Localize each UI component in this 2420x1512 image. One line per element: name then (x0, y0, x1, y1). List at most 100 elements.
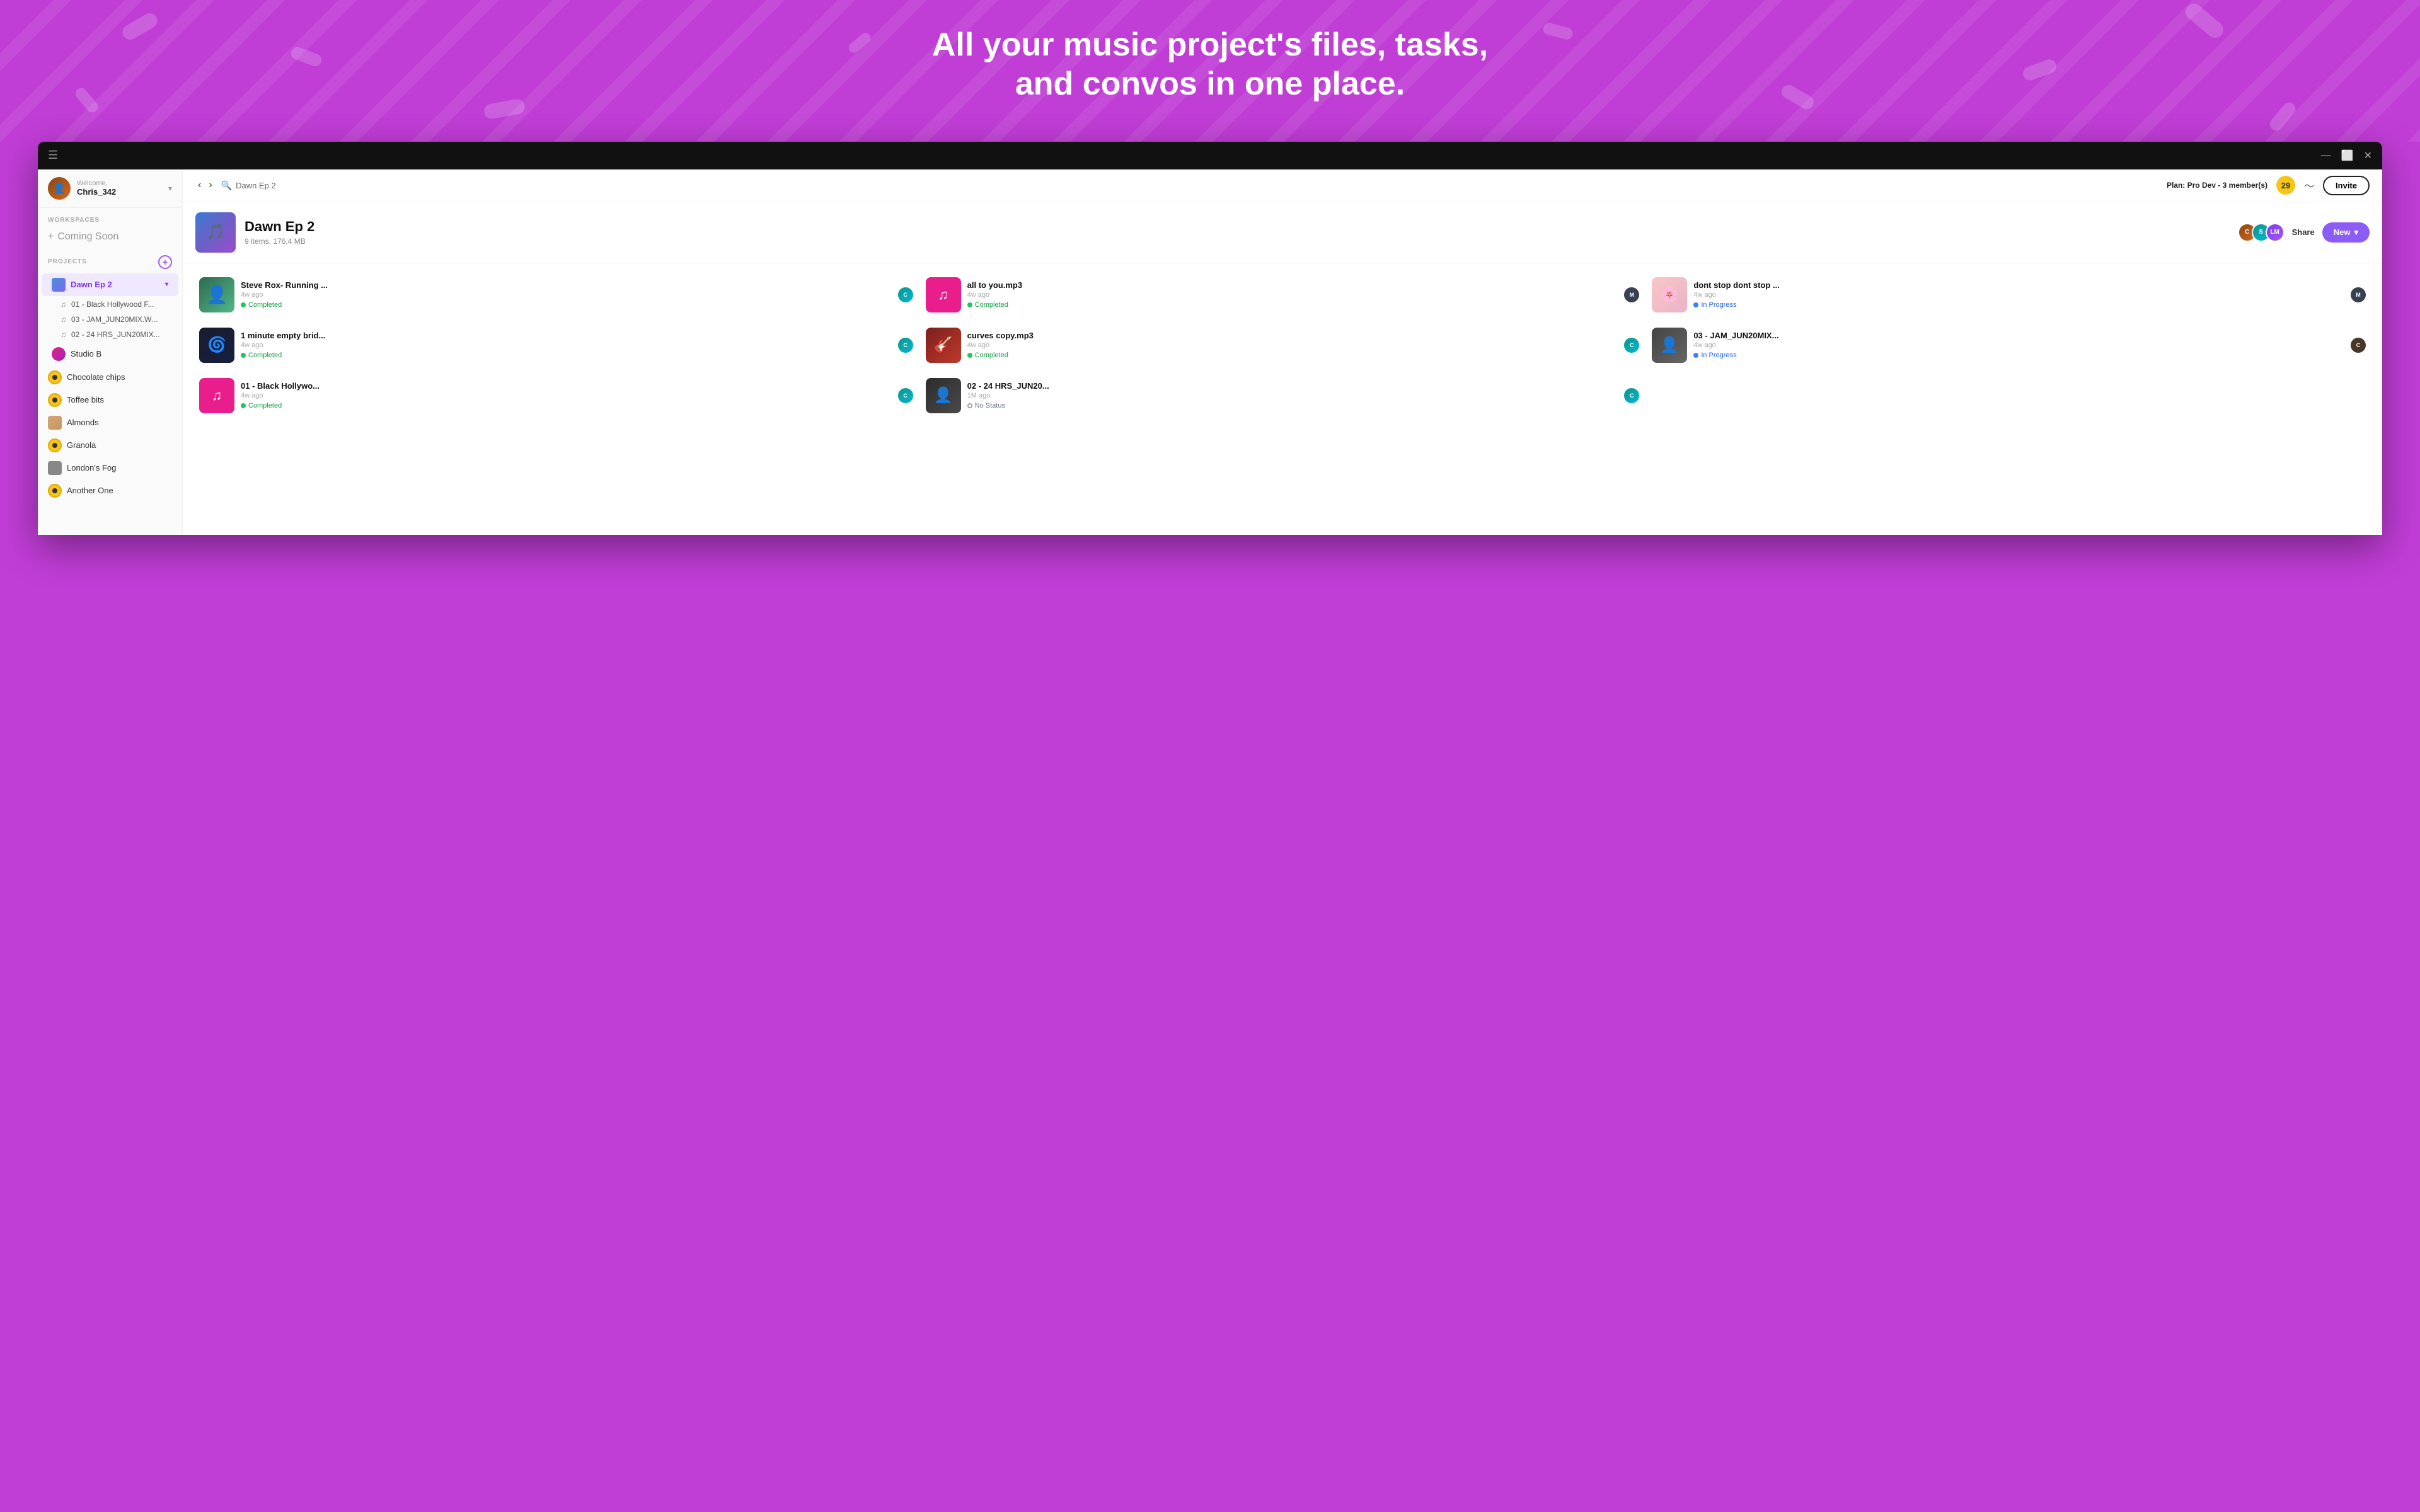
file-card-right: M (1624, 287, 1639, 302)
status-text: Completed (975, 301, 1008, 309)
file-info: all to you.mp3 4w ago Completed (967, 280, 1618, 309)
user-info: Welcome, Chris_342 (77, 180, 116, 197)
file-user-avatar: M (2351, 287, 2366, 302)
project-name: London's Fog (67, 463, 116, 472)
file-status: Completed (241, 352, 892, 359)
search-bar[interactable]: 🔍 Dawn Ep 2 (221, 180, 2160, 191)
new-button[interactable]: New ▾ (2322, 222, 2370, 243)
project-info: Dawn Ep 2 9 items, 176.4 MB (245, 219, 2229, 246)
file-card-dont-stop[interactable]: 🌸 dont stop dont stop ... 4w ago In Prog… (1645, 270, 2372, 320)
status-text: In Progress (1701, 352, 1736, 359)
project-icon (48, 393, 62, 407)
plan-text: Plan: Pro Dev - 3 member(s) (2167, 181, 2267, 190)
nav-forward-button[interactable]: › (206, 177, 214, 193)
music-icon: ♫ (938, 287, 948, 303)
status-text: No Status (975, 402, 1005, 410)
file-card-all-to-you[interactable]: ♫ all to you.mp3 4w ago Completed M (919, 270, 1646, 320)
file-card-01-black-hollywood[interactable]: ♫ 01 - Black Hollywo... 4w ago Completed… (193, 370, 919, 421)
share-button[interactable]: Share (2292, 227, 2315, 237)
hamburger-icon[interactable]: ☰ (48, 149, 58, 162)
new-label: New (2334, 227, 2351, 237)
file-card-right: M (2351, 287, 2366, 302)
project-header-right: C S LM Share New ▾ (2238, 222, 2370, 243)
project-name: Toffee bits (67, 395, 104, 404)
sidebar-subitem-03[interactable]: ♫ 03 - JAM_JUN20MIX.W... (38, 312, 182, 327)
file-time: 4w ago (241, 392, 892, 399)
file-user-avatar: M (1624, 287, 1639, 302)
file-card-1-minute[interactable]: 🌀 1 minute empty brid... 4w ago Complete… (193, 320, 919, 370)
hero-title: All your music project's files, tasks, a… (926, 25, 1494, 104)
project-thumb (48, 416, 62, 430)
activity-icon[interactable]: 〜 (2304, 178, 2314, 193)
project-meta: 9 items, 176.4 MB (245, 237, 2229, 246)
sidebar-item-almonds[interactable]: Almonds (38, 411, 182, 434)
sidebar-item-coming-soon[interactable]: + Coming Soon (38, 227, 182, 246)
sidebar-item-chocolate-chips[interactable]: Chocolate chips (38, 366, 182, 389)
content-area: 🎵 Dawn Ep 2 9 items, 176.4 MB C S (183, 202, 2382, 535)
file-status: In Progress (1693, 301, 2344, 309)
member-avatars: C S LM (2238, 223, 2285, 242)
file-info: 02 - 24 HRS_JUN20... 1M ago No Status (967, 381, 1618, 410)
sidebar-subitem-02[interactable]: ♫ 02 - 24 HRS_JUN20MIX... (38, 327, 182, 342)
sidebar-item-dawn-ep-2[interactable]: Dawn Ep 2 ▾ (42, 273, 178, 296)
file-card-curves[interactable]: 🎸 curves copy.mp3 4w ago Completed C (919, 320, 1646, 370)
sidebar-item-studio-b[interactable]: Studio B (42, 343, 178, 365)
close-icon[interactable]: ✕ (2364, 149, 2372, 162)
sidebar-item-granola[interactable]: Granola (38, 434, 182, 457)
chevron-down-icon: ▾ (168, 184, 172, 193)
file-name: 02 - 24 HRS_JUN20... (967, 381, 1618, 391)
status-dot (241, 353, 246, 358)
maximize-icon[interactable]: ⬜ (2341, 149, 2354, 162)
file-card-02-24hrs[interactable]: 👤 02 - 24 HRS_JUN20... 1M ago No Status … (919, 370, 1646, 421)
file-thumb: 👤 (199, 277, 234, 312)
file-info: 1 minute empty brid... 4w ago Completed (241, 331, 892, 359)
member-avatar-3: LM (2266, 223, 2285, 242)
file-status: No Status (967, 402, 1618, 410)
file-time: 4w ago (967, 341, 1618, 349)
file-thumb: ♫ (926, 277, 961, 312)
dropdown-icon: ▾ (2354, 227, 2358, 238)
project-name: Chocolate chips (67, 372, 125, 382)
status-text: Completed (975, 352, 1008, 359)
file-card-right: C (898, 338, 913, 353)
add-project-button[interactable]: + (158, 255, 172, 269)
file-info: curves copy.mp3 4w ago Completed (967, 331, 1618, 359)
hero-section: All your music project's files, tasks, a… (0, 0, 2420, 142)
file-user-avatar: C (898, 388, 913, 403)
project-name: Another One (67, 486, 113, 495)
file-name: all to you.mp3 (967, 280, 1618, 290)
status-text: Completed (248, 301, 282, 309)
title-bar-left: ☰ (48, 149, 58, 162)
avatar: 👤 (48, 177, 71, 200)
sidebar-item-londons-fog[interactable]: London's Fog (38, 457, 182, 479)
project-name: Studio B (71, 349, 101, 358)
file-thumb: 🌸 (1652, 277, 1687, 312)
file-card-steve-rox[interactable]: 👤 Steve Rox- Running ... 4w ago Complete… (193, 270, 919, 320)
sidebar-item-toffee-bits[interactable]: Toffee bits (38, 389, 182, 411)
file-card-right: C (1624, 338, 1639, 353)
minimize-icon[interactable]: — (2321, 150, 2331, 161)
project-header: 🎵 Dawn Ep 2 9 items, 176.4 MB C S (183, 202, 2382, 263)
sidebar-user[interactable]: 👤 Welcome, Chris_342 ▾ (38, 169, 182, 208)
nav-back-button[interactable]: ‹ (195, 177, 204, 193)
file-info: 03 - JAM_JUN20MIX... 4w ago In Progress (1693, 331, 2344, 359)
invite-button[interactable]: Invite (2323, 176, 2370, 195)
status-dot (967, 302, 972, 307)
project-name: Granola (67, 440, 96, 450)
file-status: Completed (967, 301, 1618, 309)
status-dot (1693, 302, 1698, 307)
project-cover: 🎵 (195, 212, 236, 253)
file-name: 1 minute empty brid... (241, 331, 892, 340)
projects-label: PROJECTS (48, 258, 87, 265)
file-thumb: ♫ (199, 378, 234, 413)
top-bar: ‹ › 🔍 Dawn Ep 2 Plan: Pro Dev - 3 member… (183, 169, 2382, 202)
status-dot (967, 353, 972, 358)
file-name: dont stop dont stop ... (1693, 280, 2344, 290)
file-card-03-jam[interactable]: 👤 03 - JAM_JUN20MIX... 4w ago In Progres… (1645, 320, 2372, 370)
file-thumb: 👤 (1652, 328, 1687, 363)
file-thumb: 👤 (926, 378, 961, 413)
nav-arrows: ‹ › (195, 177, 215, 193)
sidebar-subitem-01[interactable]: ♫ 01 - Black Hollywood F... (38, 297, 182, 312)
sidebar-item-another-one[interactable]: Another One (38, 479, 182, 502)
notification-badge[interactable]: 29 (2276, 176, 2295, 195)
